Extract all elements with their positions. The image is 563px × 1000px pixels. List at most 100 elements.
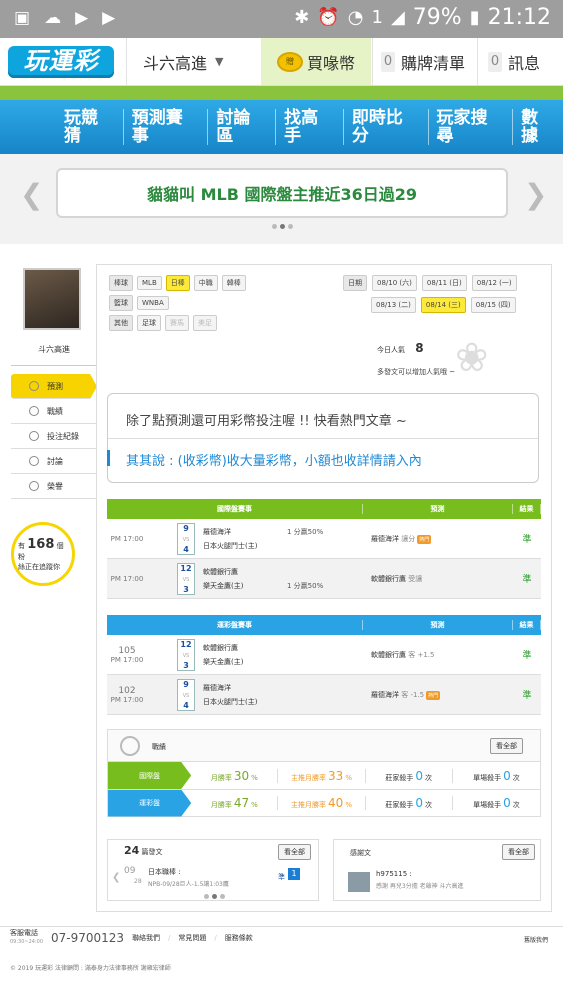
chevron-down-icon: ▼ [215,55,224,68]
android-status-bar: ▣ ☁ ▶ ▶ ✱ ⏰ ◔ 1 ◢ 79% ▮ 21:12 [0,0,563,38]
filter-mlb[interactable]: MLB [137,276,162,290]
times-unit: 次 [425,773,433,782]
menu-item-predict[interactable]: 預測賽事 [124,109,209,145]
carousel-dot[interactable] [288,224,293,229]
date-option[interactable]: 08/10 (六) [372,275,417,291]
avatar [23,268,81,330]
view-all-button[interactable]: 看全部 [490,738,523,754]
footer-link-contact[interactable]: 聯絡我們 [132,933,160,943]
record-row-intl: 國際盤 月勝率 30% 主推月勝率 33% 莊家殺手 0 次 單場殺手 0 次 [108,762,540,789]
chevron-left-icon[interactable]: ❮ [112,872,120,883]
target-icon [120,736,140,756]
menu-item-data[interactable]: 數據 [513,109,563,145]
date-option[interactable]: 08/13 (二) [371,297,416,313]
profile-menu-bets[interactable]: 投注紀錄 [11,424,97,449]
menu-item-guess[interactable]: 玩競猜 [56,109,124,145]
thanks-user-avatar [348,872,370,892]
chevron-right-icon[interactable]: ❯ [524,178,547,211]
chat-icon [29,406,39,416]
pick-note: 讓分 [401,534,416,543]
chevron-left-icon[interactable]: ❮ [20,178,43,211]
profile-menu-label: 預測 [47,381,63,391]
filter-cpbl[interactable]: 中職 [193,275,218,291]
sim-indicator: 1 [371,7,383,28]
footer-link-faq[interactable]: 常見問題 [178,933,206,943]
cart-button[interactable]: 0 購牌清單 [372,38,476,85]
main-rate-label: 主推月勝率 [291,773,327,782]
battery-icon: ▮ [469,7,480,28]
away-score: 12 [180,640,192,649]
table-header: 結果 [513,504,541,514]
profile-menu-honor[interactable]: 榮譽 [11,474,97,499]
follower-bulb[interactable]: 有 168 個粉 絲正在追蹤你 [11,522,75,586]
view-all-thanks-button[interactable]: 看全部 [502,844,535,860]
notice-line-2[interactable]: 其其說 : (收彩幣)收大量彩幣，小額也收詳情請入內 [126,450,422,469]
site-logo[interactable]: 玩運彩 [8,46,114,78]
menu-item-player-search[interactable]: 玩家搜尋 [429,109,514,145]
post-tag-count: 1 [288,868,300,880]
footer-link-terms[interactable]: 服務條款 [225,933,253,943]
phone-number[interactable]: 07-9700123 [51,931,124,945]
notice-box: 除了點預測還可用彩幣投注喔 !! 快看熱門文章 ~ 其其說 : (收彩幣)收大量… [107,393,539,483]
youtube-icon: ▶ [75,8,89,28]
filter-npb[interactable]: 日棒 [165,275,190,291]
popularity-label: 今日人氣 [377,346,405,354]
pick: 羅德海洋 [371,534,399,543]
profile-menu-discuss[interactable]: 討論 [11,449,97,474]
away-team: 羅德海洋 [203,684,231,692]
signal-icon: ◢ [390,7,405,28]
carousel-dot[interactable] [212,894,217,899]
promo-link[interactable]: 貓貓叫 MLB 國際盤主推近36日過29 [56,168,508,218]
date-option-selected[interactable]: 08/14 (三) [420,297,466,313]
menu-item-livescore[interactable]: 即時比分 [344,109,429,145]
youtube-icon: ▶ [102,8,116,28]
home-score: 4 [183,545,189,554]
user-dropdown[interactable]: 斗六高進 ▼ [126,38,260,85]
carousel-dot[interactable] [272,224,277,229]
game-time: PM 17:00 [110,534,144,543]
home-team: 樂天金鷹(主) [203,658,244,666]
game-number: 102 [118,685,136,696]
buy-coin-button[interactable]: 贈 買喙幣 [261,38,371,85]
filter-label-baseball: 棒球 [109,275,133,291]
table-header: 結果 [513,620,541,630]
thanks-label: 感謝文 [350,849,371,857]
filter-kbo[interactable]: 韓棒 [221,275,246,291]
date-option[interactable]: 08/12 (一) [471,275,517,291]
wifi-icon: ◔ [347,7,364,28]
follower-count: 168 [27,537,55,552]
menu-item-experts[interactable]: 找高手 [276,109,344,145]
carousel-dot[interactable] [204,894,209,899]
record-label: 國際盤 [108,762,192,789]
date-selector: 日期 08/10 (六) 08/11 (日) 08/12 (一) 08/13 (… [343,275,543,319]
post-month: 09 [124,866,136,876]
buy-coin-label: 買喙幣 [306,53,355,73]
table-header: 國際盤賽事 [107,504,363,514]
filter-soccer[interactable]: 足球 [137,315,161,331]
post-count-label: 篇發文 [141,848,163,856]
carousel-dot[interactable] [280,224,285,229]
popularity-value: 8 [415,341,424,355]
profile-menu-predict[interactable]: 預測 [11,374,97,399]
thanks-user[interactable]: h975115 : [376,870,412,878]
home-team: 日本火腿鬥士(主) [203,698,258,706]
carousel-dot[interactable] [220,894,225,899]
menu-item-forum[interactable]: 討論區 [208,109,277,145]
messages-button[interactable]: 0 訊息 [477,38,563,85]
phone-label: 客服電話 [10,929,38,937]
streak-count: 0 [415,768,424,783]
filter-wnba[interactable]: WNBA [137,296,169,310]
date-option[interactable]: 08/11 (日) [421,275,467,291]
bluetooth-icon: ✱ [294,7,310,28]
date-option[interactable]: 08/15 (四) [470,297,516,313]
profile-menu-record[interactable]: 戰績 [11,399,97,424]
table-row: PM 17:00 9 VS 4 羅德海洋 日本火腿鬥士(主) 1 分贏50% 羅德海洋… [107,519,541,559]
profile-menu-label: 榮譽 [47,481,63,491]
view-all-posts-button[interactable]: 看全部 [278,844,311,860]
result-mark: 準 [522,691,532,701]
footer-link-right[interactable]: 舊版我們 [524,935,548,944]
pick: 軟體銀行鷹 [371,574,406,583]
notice-line-1[interactable]: 除了點預測還可用彩幣投注喔 !! 快看熱門文章 ~ [126,410,407,429]
post-item[interactable]: 日本職棒 : NPB-09/28巨人-1.5讓1:03鷹 [148,866,229,891]
profile-menu: 預測 戰績 投注紀錄 討論 榮譽 [11,374,97,499]
